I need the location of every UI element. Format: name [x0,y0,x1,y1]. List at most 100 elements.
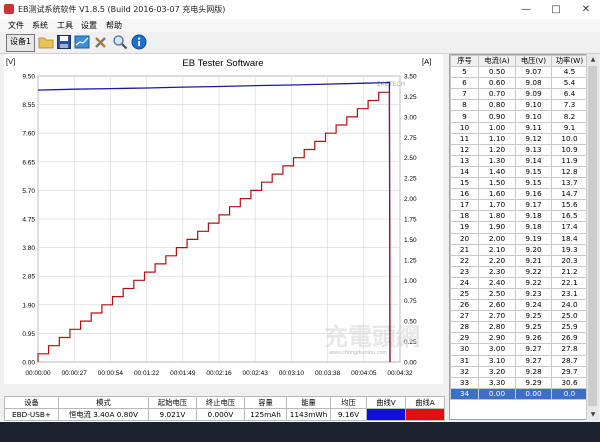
col-header-power[interactable]: 功率(W) [551,55,587,68]
col-header-current[interactable]: 电流(A) [478,55,516,68]
curve-v-color-swatch[interactable] [366,408,406,421]
cell-current: 0.50 [478,66,516,79]
cell-index: 19 [450,221,479,234]
voltage-current-chart: 0.00 0.95 1.90 2.85 3.80 4.75 5.70 6.65 7.60 8.55… [6,57,431,377]
summary-header-energy: 能量 [286,396,331,409]
menu-file[interactable]: 文件 [8,20,24,31]
scroll-up-arrow-icon[interactable]: ▲ [587,54,599,65]
table-row[interactable]: 29 2.90 9.26 26.9 [450,332,587,345]
x-tick-label: 00:03:10 [279,370,305,377]
table-row[interactable]: 23 2.30 9.22 21.2 [450,265,587,278]
curve-a-color-swatch[interactable] [405,408,445,421]
table-row[interactable]: 19 1.90 9.18 17.4 [450,221,587,234]
cell-voltage: 9.17 [515,199,552,212]
cell-power: 13.7 [551,177,587,190]
table-row[interactable]: 22 2.20 9.21 20.3 [450,254,587,267]
y-tick-label: 1.90 [22,302,35,309]
cell-current: 2.60 [478,299,516,312]
table-row[interactable]: 24 2.40 9.22 22.1 [450,276,587,289]
col-header-index[interactable]: 序号 [450,55,479,68]
y-tick-label: 2.85 [22,274,35,281]
table-row[interactable]: 7 0.70 9.09 6.4 [450,88,587,101]
table-row[interactable]: 5 0.50 9.07 4.5 [450,66,587,79]
cell-power: 0.0 [551,387,587,400]
table-row[interactable]: 26 2.60 9.24 24.0 [450,299,587,312]
cell-index: 14 [450,165,479,179]
save-icon[interactable] [56,34,72,50]
cell-current: 3.00 [478,343,516,356]
cell-voltage: 9.11 [515,121,552,134]
cell-power: 4.5 [551,66,587,79]
table-row[interactable]: 16 1.60 9.16 14.7 [450,188,587,201]
table-row[interactable]: 13 1.30 9.14 11.9 [450,154,587,167]
cell-power: 24.0 [551,299,587,312]
cell-voltage: 9.16 [515,188,552,201]
tools-icon[interactable] [93,34,109,50]
table-row[interactable]: 30 3.00 9.27 27.8 [450,343,587,356]
cell-current: 2.20 [478,254,516,267]
device-select-button[interactable]: 设备1 [6,34,35,52]
info-icon[interactable] [131,34,147,50]
scroll-down-arrow-icon[interactable]: ▼ [587,409,599,420]
table-row[interactable]: 12 1.20 9.13 10.9 [450,143,587,156]
cell-index: 29 [450,332,479,345]
cell-power: 7.3 [551,99,587,112]
table-row[interactable]: 27 2.70 9.25 25.0 [450,310,587,323]
cell-current: 1.20 [478,143,516,156]
cell-voltage: 9.25 [515,310,552,323]
y-tick-label: 0.00 [22,360,35,367]
summary-header-mode: 模式 [58,396,149,409]
folder-icon[interactable] [38,34,54,50]
search-icon[interactable] [112,34,128,50]
table-row[interactable]: 15 1.50 9.15 13.7 [450,177,587,190]
table-row[interactable]: 6 0.60 9.08 5.4 [450,77,587,90]
table-row[interactable]: 28 2.80 9.25 25.9 [450,321,587,334]
menu-settings[interactable]: 设置 [81,20,97,31]
table-row[interactable]: 20 2.00 9.19 18.4 [450,232,587,245]
table-row[interactable]: 34 0.00 0.00 0.0 [450,387,587,400]
table-row[interactable]: 32 3.20 9.28 29.7 [450,365,587,378]
table-row[interactable]: 25 2.50 9.23 23.1 [450,287,587,301]
summary-value-row[interactable]: EBD-USB+ 恒电流 3.40A 0.80V 9.021V 0.000V 1… [4,408,445,421]
menu-system[interactable]: 系统 [32,20,48,31]
col-header-voltage[interactable]: 电压(V) [515,55,552,68]
cell-index: 33 [450,376,479,389]
maximize-button[interactable]: □ [542,0,570,19]
menu-tools[interactable]: 工具 [57,20,73,31]
minimize-button[interactable]: — [512,0,540,19]
cell-index: 8 [450,99,479,112]
cell-power: 28.7 [551,354,587,367]
table-scrollbar[interactable]: ▲ ▼ [586,54,599,420]
cell-voltage: 9.22 [515,276,552,289]
table-row[interactable]: 33 3.30 9.29 30.6 [450,376,587,389]
y2-tick-label: 3.00 [404,114,417,121]
cell-index: 5 [450,66,479,79]
y-tick-label: 7.60 [22,131,35,138]
scrollbar-thumb[interactable] [588,66,597,406]
table-row[interactable]: 14 1.40 9.15 12.8 [450,165,587,179]
cell-voltage: 9.29 [515,376,552,389]
y-tick-label: 8.55 [22,102,35,109]
table-row[interactable]: 8 0.80 9.10 7.3 [450,99,587,112]
table-row[interactable]: 9 0.90 9.10 8.2 [450,110,587,123]
cell-voltage: 9.22 [515,265,552,278]
table-row[interactable]: 17 1.70 9.17 15.6 [450,199,587,212]
y2-tick-label: 1.25 [404,257,417,264]
cell-voltage: 9.13 [515,143,552,156]
table-row[interactable]: 18 1.80 9.18 16.5 [450,210,587,223]
table-row[interactable]: 31 3.10 9.27 28.7 [450,354,587,367]
cell-index: 34 [450,387,479,400]
table-row[interactable]: 10 1.00 9.11 9.1 [450,121,587,134]
data-table: 序号 电流(A) 电压(V) 功率(W) 5 0.50 9.07 4.5 6 0.60 9.… [450,55,587,400]
cell-index: 28 [450,321,479,334]
chart-icon[interactable] [74,34,90,50]
cell-index: 18 [450,210,479,223]
cell-current: 1.70 [478,199,516,212]
table-row[interactable]: 21 2.10 9.20 19.3 [450,243,587,256]
cell-power: 12.8 [551,165,587,179]
table-row[interactable]: 11 1.10 9.12 10.0 [450,132,587,145]
cell-current: 0.70 [478,88,516,101]
close-button[interactable]: ✕ [572,0,600,19]
menu-help[interactable]: 帮助 [106,20,122,31]
y-tick-label: 9.50 [22,74,35,81]
